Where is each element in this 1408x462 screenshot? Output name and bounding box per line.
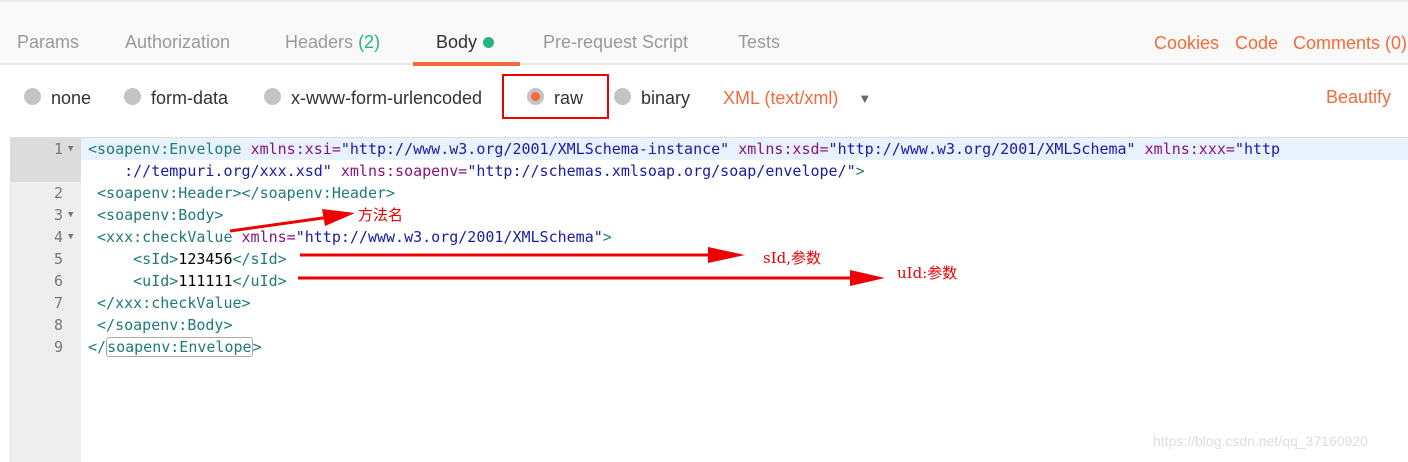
annotation-arrows <box>229 209 885 286</box>
arrow-head <box>322 209 355 226</box>
arrow-head <box>850 270 885 286</box>
arrow-head <box>708 247 745 263</box>
annotation-sid: sId,参数 <box>763 249 821 267</box>
arrow-method <box>229 215 331 233</box>
annotation-method-name: 方法名 <box>358 206 404 224</box>
annotation-uid: uId:参数 <box>897 264 958 282</box>
watermark: https://blog.csdn.net/qq_37160920 <box>1153 433 1368 449</box>
